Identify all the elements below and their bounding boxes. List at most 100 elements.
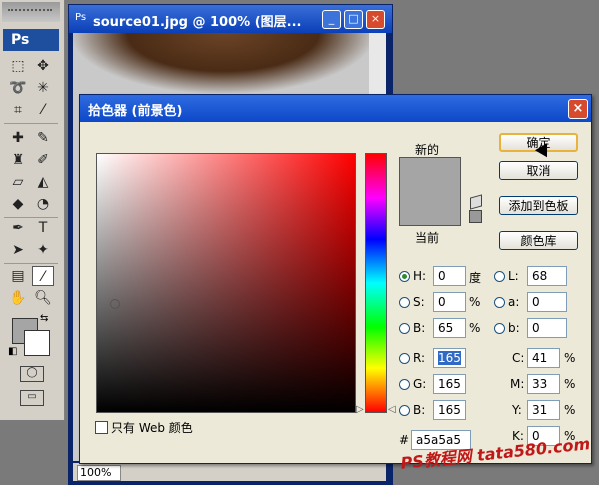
cyan-input[interactable]: 41 [527,348,560,368]
green-input[interactable]: 165 [433,374,466,394]
document-titlebar[interactable]: Ps source01.jpg @ 100% (图层... _ □ × [69,5,392,33]
red-input[interactable]: 165 [433,348,466,368]
saturation-unit: % [469,295,481,309]
green-radio[interactable] [399,379,410,390]
toolbox-grip[interactable] [2,2,60,22]
brightness-label: B: [413,321,426,335]
cyan-label: C: [512,351,525,365]
hue-slider-left-arrow-icon[interactable]: ▷ [356,404,364,415]
document-title: source01.jpg @ 100% (图层... [93,15,302,30]
new-color-label: 新的 [415,143,440,157]
hue-radio[interactable] [399,271,410,282]
color-libraries-button[interactable]: 颜色库 [499,231,578,250]
custom-shape-tool-icon[interactable]: ✦ [32,240,54,260]
b-channel-label: b: [508,321,520,335]
only-web-colors-checkbox[interactable] [95,421,108,434]
brush-tool-icon[interactable]: ✎ [32,128,54,148]
background-color-swatch[interactable] [24,330,50,356]
lightness-input[interactable]: 68 [527,266,567,286]
hue-label: H: [413,269,427,283]
screen-mode-icon[interactable]: ▭ [20,390,44,406]
a-channel-input[interactable]: 0 [527,292,567,312]
document-close-button[interactable]: × [366,10,385,29]
magenta-label: M: [510,377,525,391]
web-safe-color-swatch[interactable] [469,210,482,223]
red-label: R: [413,351,426,365]
document-statusbar: 100% [73,463,386,481]
yellow-unit: % [564,403,576,417]
eyedropper-tool-icon[interactable]: ⁄ [32,266,54,286]
path-selection-tool-icon[interactable]: ➤ [7,240,29,260]
magenta-input[interactable]: 33 [527,374,560,394]
magenta-unit: % [564,377,576,391]
red-input-value: 165 [438,351,461,365]
ps-document-icon: Ps [75,12,87,23]
cancel-button[interactable]: 取消 [499,161,578,180]
hue-unit: 度 [469,271,482,285]
b-channel-input[interactable]: 0 [527,318,567,338]
blue-input[interactable]: 165 [433,400,466,420]
saturation-label: S: [413,295,425,309]
saturation-brightness-field[interactable] [96,153,356,413]
lasso-tool-icon[interactable]: ➰ [7,78,29,98]
lightness-label: L: [508,269,519,283]
yellow-input[interactable]: 31 [527,400,560,420]
cyan-unit: % [564,351,576,365]
minimize-button[interactable]: _ [322,10,341,29]
crop-tool-icon[interactable]: ⌗ [7,100,29,120]
maximize-button[interactable]: □ [344,10,363,29]
add-to-swatches-button[interactable]: 添加到色板 [499,196,578,215]
a-channel-radio[interactable] [494,297,505,308]
healing-brush-tool-icon[interactable]: ✚ [7,128,29,148]
blue-radio[interactable] [399,405,410,416]
color-picker-title: 拾色器 (前景色) [88,104,183,119]
current-color-label: 当前 [415,231,440,245]
blue-label: B: [413,403,426,417]
hue-slider-right-arrow-icon[interactable]: ◁ [388,404,396,415]
color-picker-close-button[interactable]: × [568,99,588,119]
dodge-tool-icon[interactable]: ◔ [32,194,54,214]
brightness-radio[interactable] [399,323,410,334]
only-web-colors-label: 只有 Web 颜色 [111,421,193,435]
type-tool-icon[interactable]: T [32,218,54,238]
clone-stamp-tool-icon[interactable]: ♜ [7,150,29,170]
out-of-gamut-cube-icon[interactable] [470,194,482,210]
history-brush-tool-icon[interactable]: ✐ [32,150,54,170]
yellow-label: Y: [512,403,522,417]
pen-tool-icon[interactable]: ✒ [7,218,29,238]
saturation-radio[interactable] [399,297,410,308]
new-color-swatch [399,157,461,192]
hex-label: # [399,433,410,447]
red-radio[interactable] [399,353,410,364]
magic-wand-tool-icon[interactable]: ✳ [32,78,54,98]
eraser-tool-icon[interactable]: ▱ [7,172,29,192]
marquee-tool-icon[interactable]: ⬚ [7,56,29,76]
brightness-unit: % [469,321,481,335]
quick-mask-icon[interactable]: ◯ [20,366,44,382]
notes-tool-icon[interactable]: ▤ [7,266,29,286]
slice-tool-icon[interactable]: ⁄ [32,100,54,120]
hand-tool-icon[interactable]: ✋ [7,288,29,308]
photo-image [73,33,373,93]
swap-colors-icon[interactable]: ⇆ [40,313,48,324]
current-color-swatch[interactable] [399,191,461,226]
green-label: G: [413,377,427,391]
b-channel-radio[interactable] [494,323,505,334]
hue-input[interactable]: 0 [433,266,466,286]
saturation-input[interactable]: 0 [433,292,466,312]
color-picker-dialog: 拾色器 (前景色) × ▷ ◁ 只有 Web 颜色 新的 当前 确定 取消 添加… [79,94,592,464]
brightness-input[interactable]: 65 [433,318,466,338]
photoshop-logo[interactable]: Ps [3,29,59,51]
color-picker-titlebar[interactable]: 拾色器 (前景色) × [80,95,591,122]
blur-tool-icon[interactable]: ◆ [7,194,29,214]
zoom-level-field[interactable]: 100% [77,465,121,481]
a-channel-label: a: [508,295,520,309]
toolbox: Ps ⬚ ✥ ➰ ✳ ⌗ ⁄ ✚ ✎ ♜ ✐ ▱ ◭ ◆ ◔ ✒ T ➤ ✦ ▤… [0,0,65,420]
lightness-radio[interactable] [494,271,505,282]
hue-slider[interactable] [365,153,387,413]
zoom-tool-icon[interactable]: 🔍︎ [32,288,54,308]
default-colors-icon[interactable]: ◧ [8,346,17,357]
field-marker[interactable] [110,299,120,309]
move-tool-icon[interactable]: ✥ [32,56,54,76]
paint-bucket-tool-icon[interactable]: ◭ [32,172,54,192]
